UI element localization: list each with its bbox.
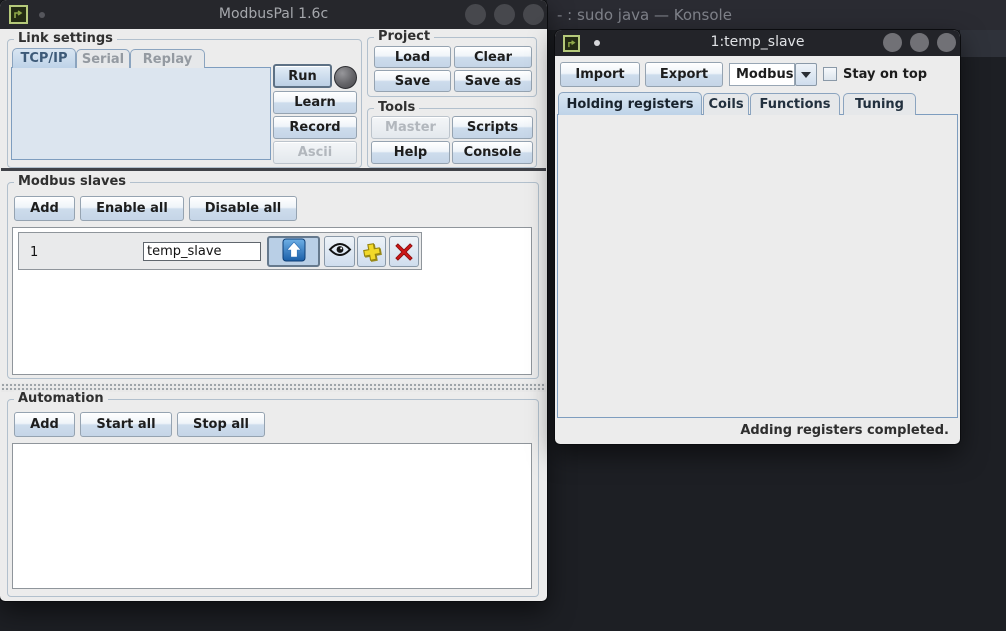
- tab-tcpip-label: TCP/IP: [20, 51, 67, 66]
- slave-minimize-button[interactable]: [883, 33, 902, 52]
- automation-add-button-label: Add: [30, 417, 59, 432]
- slaves-add-button[interactable]: Add: [14, 196, 75, 221]
- konsole-window-title: - : sudo java — Konsole: [557, 0, 732, 30]
- tab-coils-label: Coils: [708, 97, 743, 112]
- slaves-add-button-label: Add: [30, 201, 59, 216]
- slave-name-input[interactable]: [143, 242, 261, 261]
- clear-button[interactable]: Clear: [454, 46, 532, 68]
- konsole-window-edge: [960, 30, 1006, 57]
- up-arrow-icon: [282, 238, 306, 266]
- status-message: Adding registers completed.: [740, 423, 949, 438]
- link-settings-legend: Link settings: [14, 31, 117, 46]
- start-all-button-label: Start all: [96, 417, 155, 432]
- slave-maximize-button[interactable]: [910, 33, 929, 52]
- enable-all-button[interactable]: Enable all: [80, 196, 184, 221]
- stop-all-button[interactable]: Stop all: [177, 412, 265, 437]
- tab-holding-registers[interactable]: Holding registers: [558, 92, 702, 115]
- combobox-value: Modbus: [736, 67, 793, 82]
- slave-enable-toggle[interactable]: [267, 236, 320, 267]
- console-button-label: Console: [464, 145, 522, 160]
- console-button[interactable]: Console: [452, 141, 533, 164]
- load-button[interactable]: Load: [374, 46, 451, 68]
- tab-tcpip[interactable]: TCP/IP: [12, 48, 76, 68]
- tab-serial[interactable]: Serial: [76, 49, 130, 68]
- help-button[interactable]: Help: [371, 141, 450, 164]
- delete-x-icon: [395, 243, 413, 261]
- slave-close-button[interactable]: [937, 33, 956, 52]
- scripts-button[interactable]: Scripts: [452, 116, 533, 139]
- automation-legend: Automation: [14, 391, 108, 406]
- slave-id: 1: [30, 233, 38, 271]
- maximize-button[interactable]: [494, 4, 515, 25]
- chevron-down-icon: [801, 72, 811, 78]
- stay-on-top-checkbox[interactable]: [823, 67, 837, 81]
- tab-tuning-label: Tuning: [855, 97, 904, 112]
- automation-list-area: [12, 443, 532, 589]
- save-button[interactable]: Save: [374, 70, 451, 92]
- modbuspal-window: ModbusPal 1.6c Link settings TCP/IP Seri…: [0, 0, 547, 601]
- scripts-button-label: Scripts: [467, 120, 518, 135]
- link-status-led: [334, 66, 357, 89]
- project-legend: Project: [374, 29, 434, 44]
- slave-duplicate-button[interactable]: [357, 236, 386, 267]
- slave-delete-button[interactable]: [389, 236, 419, 267]
- record-button[interactable]: Record: [273, 116, 357, 139]
- tools-legend: Tools: [374, 100, 419, 115]
- tab-functions-label: Functions: [759, 97, 830, 112]
- horizontal-split-divider[interactable]: [1, 168, 546, 171]
- disable-all-button-label: Disable all: [205, 201, 282, 216]
- ascii-button: Ascii: [273, 141, 357, 164]
- save-as-button[interactable]: Save as: [454, 70, 532, 92]
- disable-all-button[interactable]: Disable all: [189, 196, 297, 221]
- save-as-button-label: Save as: [465, 74, 521, 89]
- enable-all-button-label: Enable all: [96, 201, 168, 216]
- tab-serial-label: Serial: [82, 52, 124, 67]
- export-button-label: Export: [660, 67, 708, 82]
- tab-holding-registers-label: Holding registers: [566, 97, 693, 112]
- help-button-label: Help: [394, 145, 427, 160]
- stay-on-top-label: Stay on top: [843, 67, 927, 82]
- modbus-slaves-legend: Modbus slaves: [14, 174, 130, 189]
- record-button-label: Record: [289, 120, 340, 135]
- run-button[interactable]: Run: [273, 64, 332, 88]
- stop-all-button-label: Stop all: [193, 417, 249, 432]
- learn-button[interactable]: Learn: [273, 91, 357, 114]
- slave-row: 1: [18, 232, 422, 270]
- clear-button-label: Clear: [474, 50, 512, 65]
- import-button-label: Import: [575, 67, 624, 82]
- tcpip-panel: [11, 67, 271, 160]
- export-button[interactable]: Export: [645, 62, 723, 87]
- tab-coils[interactable]: Coils: [703, 93, 749, 115]
- combobox-dropdown-button[interactable]: [795, 63, 817, 86]
- tab-replay-label: Replay: [143, 52, 192, 67]
- load-button-label: Load: [395, 50, 430, 65]
- automation-add-button[interactable]: Add: [14, 412, 75, 437]
- learn-button-label: Learn: [294, 95, 336, 110]
- master-button: Master: [371, 116, 450, 139]
- minimize-button[interactable]: [465, 4, 486, 25]
- registers-panel: [557, 114, 958, 418]
- tab-functions[interactable]: Functions: [750, 93, 840, 115]
- start-all-button[interactable]: Start all: [80, 412, 172, 437]
- ascii-button-label: Ascii: [298, 145, 332, 160]
- temp-slave-window: 1:temp_slave Import Export Modbus Stay o…: [555, 30, 960, 444]
- plus-icon: [363, 243, 381, 261]
- tab-replay[interactable]: Replay: [130, 49, 205, 68]
- tab-tuning[interactable]: Tuning: [843, 93, 916, 115]
- modbuspal-titlebar[interactable]: ModbusPal 1.6c: [0, 0, 547, 29]
- close-button[interactable]: [523, 4, 544, 25]
- run-button-label: Run: [288, 69, 317, 84]
- master-button-label: Master: [385, 120, 436, 135]
- temp-slave-titlebar[interactable]: 1:temp_slave: [555, 30, 960, 56]
- binding-type-combobox[interactable]: Modbus: [729, 63, 795, 86]
- slave-view-button[interactable]: [324, 236, 355, 267]
- import-button[interactable]: Import: [560, 62, 640, 87]
- save-button-label: Save: [395, 74, 430, 89]
- eye-icon: [328, 242, 352, 261]
